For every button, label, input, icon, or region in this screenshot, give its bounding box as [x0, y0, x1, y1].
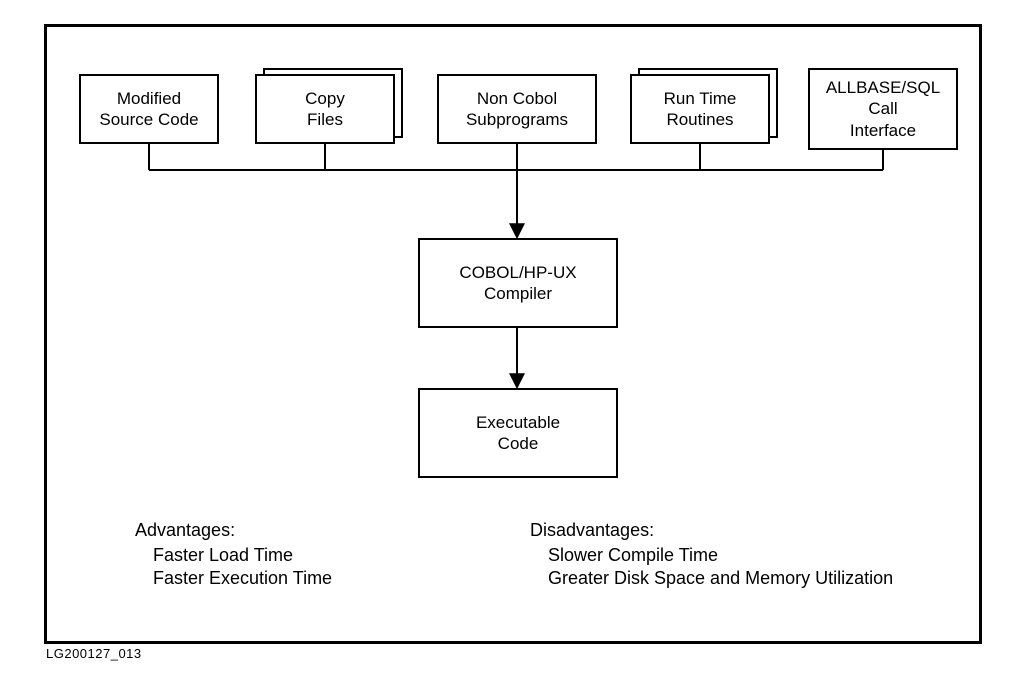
box-modified-source: ModifiedSource Code — [79, 74, 219, 144]
disadvantages-block: Disadvantages: Slower Compile Time Great… — [530, 520, 893, 591]
box-compiler-label: COBOL/HP-UXCompiler — [459, 262, 576, 305]
disadvantages-item: Greater Disk Space and Memory Utilizatio… — [548, 568, 893, 589]
advantages-title: Advantages: — [135, 520, 332, 541]
box-non-cobol: Non CobolSubprograms — [437, 74, 597, 144]
box-executable-label: ExecutableCode — [476, 412, 560, 455]
disadvantages-item: Slower Compile Time — [548, 545, 893, 566]
box-executable: ExecutableCode — [418, 388, 618, 478]
box-allbase-label: ALLBASE/SQLCallInterface — [826, 77, 940, 141]
box-modified-source-label: ModifiedSource Code — [99, 88, 198, 131]
advantages-item: Faster Load Time — [153, 545, 332, 566]
box-runtime: Run TimeRoutines — [630, 74, 770, 144]
advantages-block: Advantages: Faster Load Time Faster Exec… — [135, 520, 332, 591]
advantages-item: Faster Execution Time — [153, 568, 332, 589]
figure-id: LG200127_013 — [46, 646, 142, 661]
box-allbase: ALLBASE/SQLCallInterface — [808, 68, 958, 150]
disadvantages-title: Disadvantages: — [530, 520, 893, 541]
box-non-cobol-label: Non CobolSubprograms — [466, 88, 568, 131]
box-copy-files-label: CopyFiles — [305, 88, 345, 131]
box-runtime-label: Run TimeRoutines — [664, 88, 737, 131]
box-copy-files: CopyFiles — [255, 74, 395, 144]
box-compiler: COBOL/HP-UXCompiler — [418, 238, 618, 328]
